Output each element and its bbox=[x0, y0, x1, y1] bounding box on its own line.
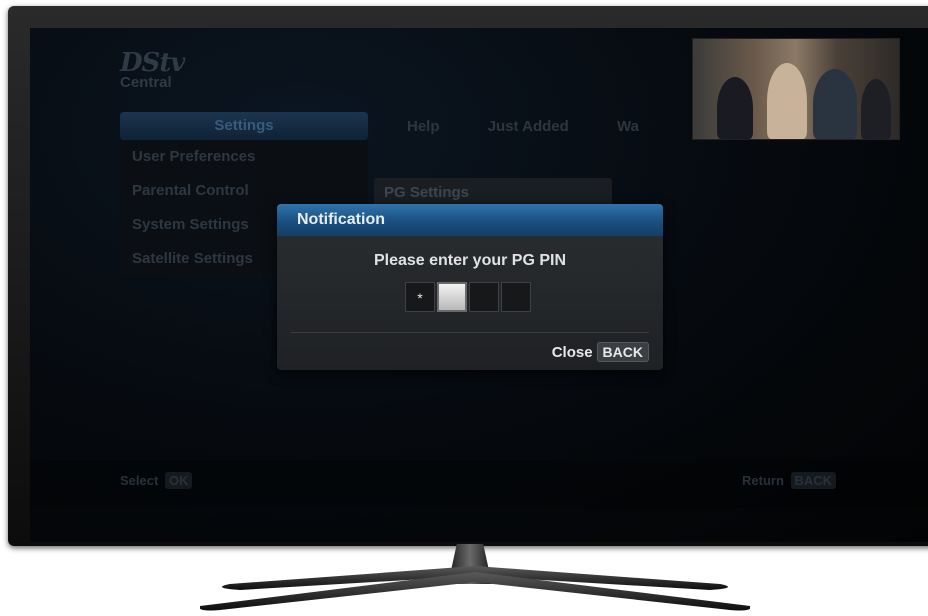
footer-select-label: Select bbox=[120, 473, 159, 488]
dialog-title: Notification bbox=[277, 204, 663, 236]
tab-just-added[interactable]: Just Added bbox=[488, 118, 569, 135]
tab-watch-truncated[interactable]: Wa bbox=[617, 118, 639, 135]
menu-item-parental-control[interactable]: Parental Control bbox=[120, 174, 368, 208]
tab-help[interactable]: Help bbox=[407, 118, 440, 135]
pin-entry[interactable]: * bbox=[405, 282, 533, 312]
pin-digit-3[interactable] bbox=[469, 282, 499, 312]
dialog-close-button[interactable]: Close BACK bbox=[551, 342, 649, 362]
menu-header-settings[interactable]: Settings bbox=[120, 112, 368, 140]
menu-item-user-preferences[interactable]: User Preferences bbox=[120, 140, 368, 174]
footer-return-label: Return bbox=[742, 473, 784, 488]
top-tabs: Help Just Added Wa bbox=[407, 118, 683, 135]
pin-digit-1[interactable]: * bbox=[405, 282, 435, 312]
footer-select-hint: Select OK bbox=[120, 472, 193, 489]
ok-key-badge: OK bbox=[164, 472, 193, 489]
back-key-badge: BACK bbox=[790, 472, 837, 489]
pin-digit-2-active[interactable] bbox=[437, 282, 467, 312]
pin-digit-4[interactable] bbox=[501, 282, 531, 312]
live-tv-preview bbox=[692, 38, 900, 140]
dialog-divider bbox=[291, 332, 649, 333]
pin-notification-dialog: Notification Please enter your PG PIN * … bbox=[277, 204, 663, 370]
back-key-label: BACK bbox=[596, 342, 649, 362]
dstv-logo: DStv Central bbox=[120, 48, 185, 91]
dialog-message: Please enter your PG PIN bbox=[373, 252, 567, 269]
close-label: Close bbox=[551, 344, 593, 361]
footer-return-hint: Return BACK bbox=[742, 472, 837, 489]
tv-stand-base bbox=[200, 566, 750, 611]
